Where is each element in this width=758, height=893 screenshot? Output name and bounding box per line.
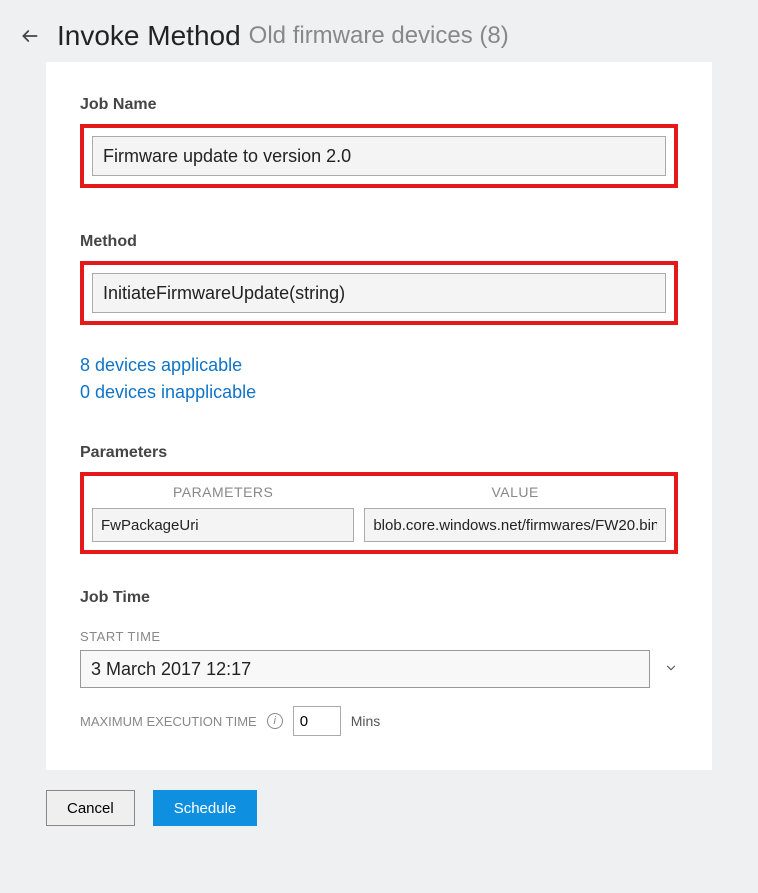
devices-inapplicable-link[interactable]: 0 devices inapplicable <box>80 382 678 403</box>
start-time-label: START TIME <box>80 629 678 644</box>
info-icon[interactable]: i <box>267 713 283 729</box>
page-title: Invoke Method <box>57 20 241 52</box>
back-arrow-icon[interactable] <box>18 24 42 48</box>
param-col-header-name: PARAMETERS <box>92 484 354 500</box>
schedule-button[interactable]: Schedule <box>153 790 258 826</box>
mins-label: Mins <box>351 713 381 729</box>
devices-applicable-link[interactable]: 8 devices applicable <box>80 355 678 376</box>
job-name-highlight <box>80 124 678 188</box>
chevron-down-icon[interactable] <box>664 661 678 678</box>
job-name-label: Job Name <box>80 96 678 114</box>
parameters-label: Parameters <box>80 444 678 462</box>
param-value-input[interactable] <box>364 508 666 542</box>
parameters-highlight: PARAMETERS VALUE <box>80 472 678 554</box>
cancel-button[interactable]: Cancel <box>46 790 135 826</box>
method-input[interactable] <box>92 273 666 313</box>
max-exec-input[interactable] <box>293 706 341 736</box>
param-col-header-value: VALUE <box>364 484 666 500</box>
form-panel: Job Name Method 8 devices applicable 0 d… <box>46 62 712 770</box>
job-name-input[interactable] <box>92 136 666 176</box>
job-time-label: Job Time <box>80 589 678 607</box>
max-exec-label: MAXIMUM EXECUTION TIME <box>80 714 257 729</box>
method-highlight <box>80 261 678 325</box>
start-time-dropdown[interactable] <box>80 650 650 688</box>
page-subtitle: Old firmware devices (8) <box>249 22 509 50</box>
param-name-input[interactable] <box>92 508 354 542</box>
method-label: Method <box>80 233 678 251</box>
